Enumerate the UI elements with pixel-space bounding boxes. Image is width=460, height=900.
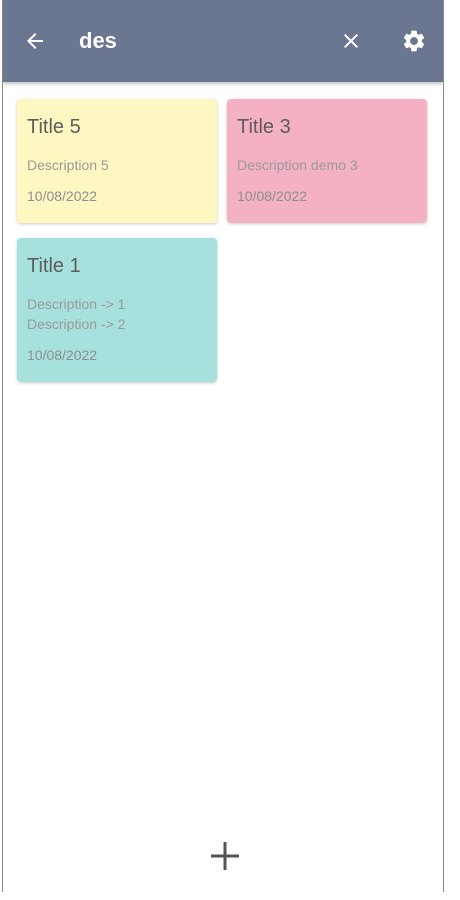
note-date: 10/08/2022 (237, 188, 308, 204)
settings-button[interactable] (394, 21, 434, 61)
plus-icon (211, 842, 239, 870)
note-card[interactable]: Title 5 Description 5 10/08/2022 (17, 99, 217, 223)
app-screen: Title 5 Description 5 10/08/2022 Title 3… (2, 0, 444, 892)
note-card[interactable]: Title 1 Description -> 1 Description -> … (17, 238, 217, 382)
note-title: Title 5 (27, 116, 81, 138)
note-description: Description 5 (27, 157, 109, 173)
note-description: Description demo 3 (237, 157, 358, 173)
clear-search-button[interactable] (331, 21, 371, 61)
search-input[interactable] (79, 22, 309, 60)
note-date: 10/08/2022 (27, 188, 98, 204)
back-button[interactable] (15, 21, 55, 61)
note-description: Description -> 1 Description -> 2 (27, 296, 126, 332)
search-toolbar (3, 0, 443, 82)
note-date: 10/08/2022 (27, 347, 98, 363)
gear-icon (403, 30, 425, 52)
note-title: Title 3 (237, 116, 291, 138)
close-icon (344, 34, 358, 48)
note-title: Title 1 (27, 255, 81, 277)
arrow-back-icon (27, 33, 43, 49)
note-card[interactable]: Title 3 Description demo 3 10/08/2022 (227, 99, 427, 223)
add-note-button[interactable] (205, 836, 245, 876)
